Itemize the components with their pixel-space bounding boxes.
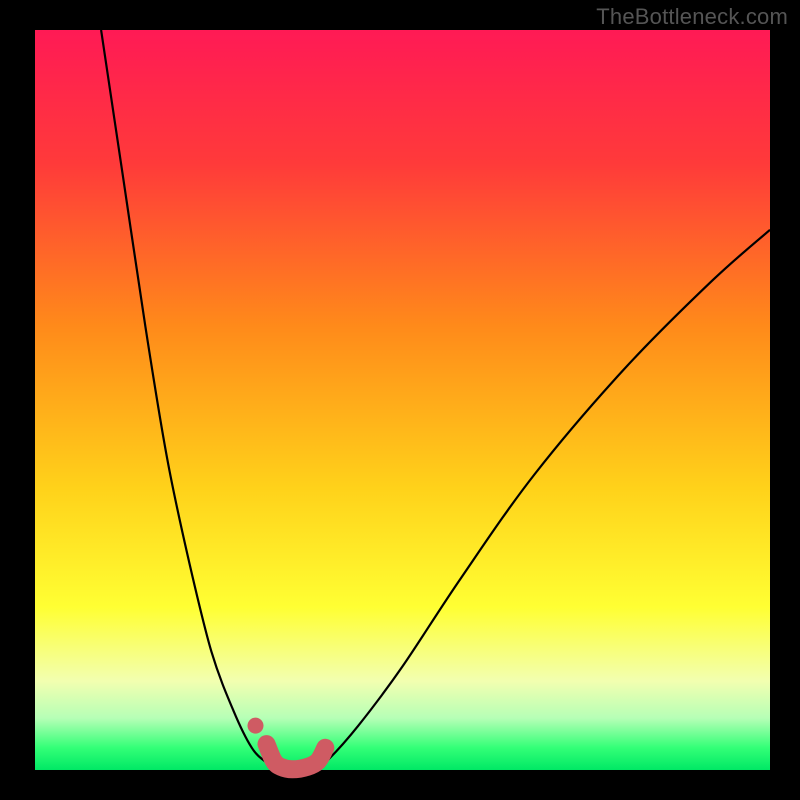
plot-background [35, 30, 770, 770]
watermark-text: TheBottleneck.com [596, 4, 788, 30]
chart-container: { "watermark": "TheBottleneck.com", "cha… [0, 0, 800, 800]
highlight-dot-icon [248, 718, 264, 734]
chart-svg [0, 0, 800, 800]
